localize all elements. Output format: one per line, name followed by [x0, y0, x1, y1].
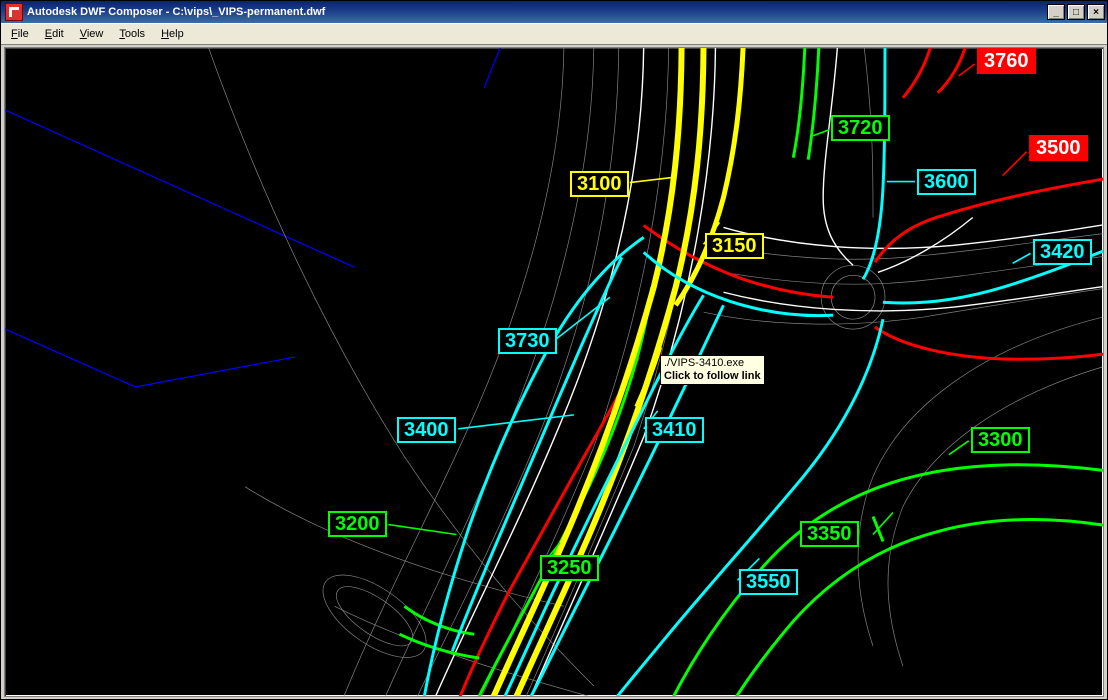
route-label-3400[interactable]: 3400 [397, 417, 456, 443]
menu-view[interactable]: View [74, 27, 110, 41]
route-label-3600[interactable]: 3600 [917, 169, 976, 195]
route-label-3350[interactable]: 3350 [800, 521, 859, 547]
drawing-canvas[interactable]: 3100 3150 3720 3760 3500 3600 3420 3730 … [4, 47, 1104, 697]
menu-file[interactable]: File [5, 27, 35, 41]
close-button[interactable]: × [1087, 4, 1105, 20]
layer-blue [5, 48, 504, 387]
tooltip-line2: Click to follow link [664, 370, 761, 383]
route-label-3100[interactable]: 3100 [570, 171, 629, 197]
maximize-button[interactable]: □ [1067, 4, 1085, 20]
route-label-3730[interactable]: 3730 [498, 328, 557, 354]
layer-red [456, 48, 1103, 696]
menu-help[interactable]: Help [155, 27, 190, 41]
minimize-button[interactable]: _ [1047, 4, 1065, 20]
menubar: File Edit View Tools Help [1, 23, 1107, 45]
route-label-3300[interactable]: 3300 [971, 427, 1030, 453]
route-label-3200[interactable]: 3200 [328, 511, 387, 537]
route-label-3760[interactable]: 3760 [977, 48, 1036, 74]
layer-leaders [389, 64, 1031, 580]
menu-edit[interactable]: Edit [39, 27, 70, 41]
link-tooltip: ./VIPS-3410.exe Click to follow link [660, 355, 765, 385]
route-label-3500[interactable]: 3500 [1029, 135, 1088, 161]
application-window: Autodesk DWF Composer - C:\vips\_VIPS-pe… [0, 0, 1108, 700]
route-label-3420[interactable]: 3420 [1033, 239, 1092, 265]
drawing-svg [5, 48, 1103, 696]
menu-tools[interactable]: Tools [113, 27, 151, 41]
route-label-3550[interactable]: 3550 [739, 569, 798, 595]
layer-contours [205, 48, 1103, 696]
route-label-3720[interactable]: 3720 [831, 115, 890, 141]
window-controls: _ □ × [1047, 4, 1105, 20]
route-label-3410[interactable]: 3410 [645, 417, 704, 443]
app-icon [5, 3, 23, 21]
titlebar[interactable]: Autodesk DWF Composer - C:\vips\_VIPS-pe… [1, 1, 1107, 23]
window-title: Autodesk DWF Composer - C:\vips\_VIPS-pe… [27, 6, 1047, 18]
route-label-3150[interactable]: 3150 [705, 233, 764, 259]
tooltip-line1: ./VIPS-3410.exe [664, 357, 761, 370]
route-label-3250[interactable]: 3250 [540, 555, 599, 581]
